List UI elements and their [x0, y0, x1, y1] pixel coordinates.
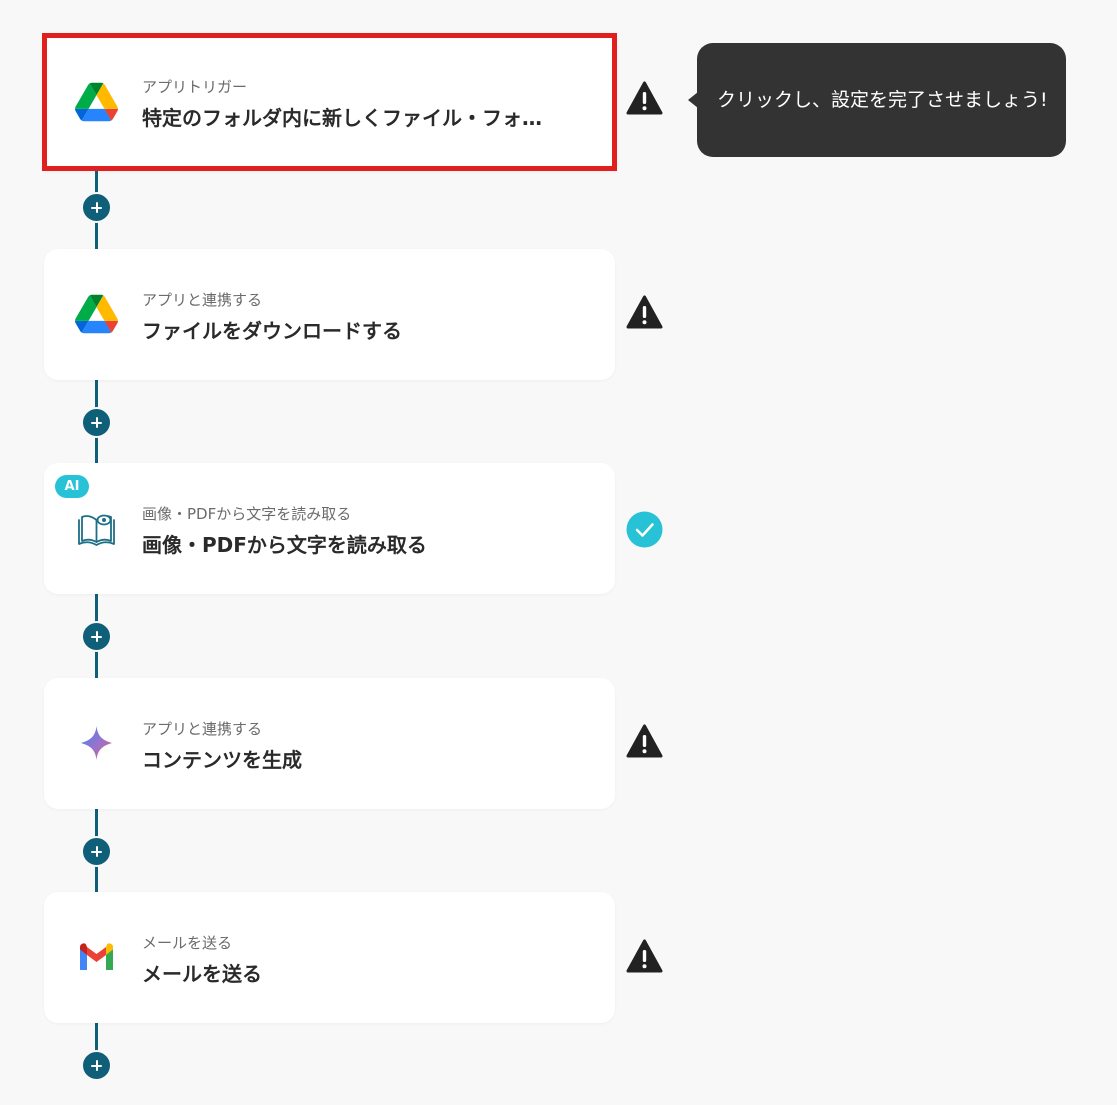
setup-tooltip: クリックし、設定を完了させましょう!: [697, 43, 1066, 157]
step-title: ファイルをダウンロードする: [142, 319, 402, 343]
step-card-trigger[interactable]: アプリトリガー 特定のフォルダ内に新しくファイル・フォ…: [42, 33, 617, 171]
add-step-button[interactable]: [81, 836, 112, 867]
check-icon: [626, 511, 663, 548]
step-title: メールを送る: [142, 962, 262, 986]
step-subtitle: アプリと連携する: [142, 291, 263, 309]
warning-icon: [626, 723, 663, 760]
step-subtitle: アプリと連携する: [142, 720, 263, 738]
add-step-button[interactable]: [81, 1050, 112, 1081]
step-card-send-mail[interactable]: メールを送る メールを送る: [44, 892, 615, 1023]
step-subtitle: メールを送る: [142, 934, 233, 952]
add-step-button[interactable]: [81, 407, 112, 438]
step-title: 画像・PDFから文字を読み取る: [142, 533, 427, 557]
gmail-icon: [75, 937, 118, 977]
step-card-download-file[interactable]: アプリと連携する ファイルをダウンロードする: [44, 249, 615, 380]
warning-icon: [626, 294, 663, 331]
step-subtitle: アプリトリガー: [142, 78, 248, 96]
warning-icon: [626, 80, 663, 117]
add-step-button[interactable]: [81, 192, 112, 223]
connector-line: [95, 1023, 98, 1053]
google-drive-icon: [75, 82, 118, 122]
warning-icon: [626, 938, 663, 975]
open-book-eye-icon: [75, 508, 118, 548]
step-title: 特定のフォルダ内に新しくファイル・フォ…: [142, 106, 542, 130]
step-card-ocr[interactable]: AI 画像・PDFから文字を読み取る 画像・PDFから文字を読み取る: [44, 463, 615, 594]
step-title: コンテンツを生成: [142, 748, 302, 772]
step-card-generate-content[interactable]: アプリと連携する コンテンツを生成: [44, 678, 615, 809]
gemini-sparkle-icon: [75, 723, 118, 763]
add-step-button[interactable]: [81, 621, 112, 652]
step-subtitle: 画像・PDFから文字を読み取る: [142, 505, 352, 523]
ai-badge: AI: [55, 475, 89, 498]
google-drive-icon: [75, 294, 118, 334]
